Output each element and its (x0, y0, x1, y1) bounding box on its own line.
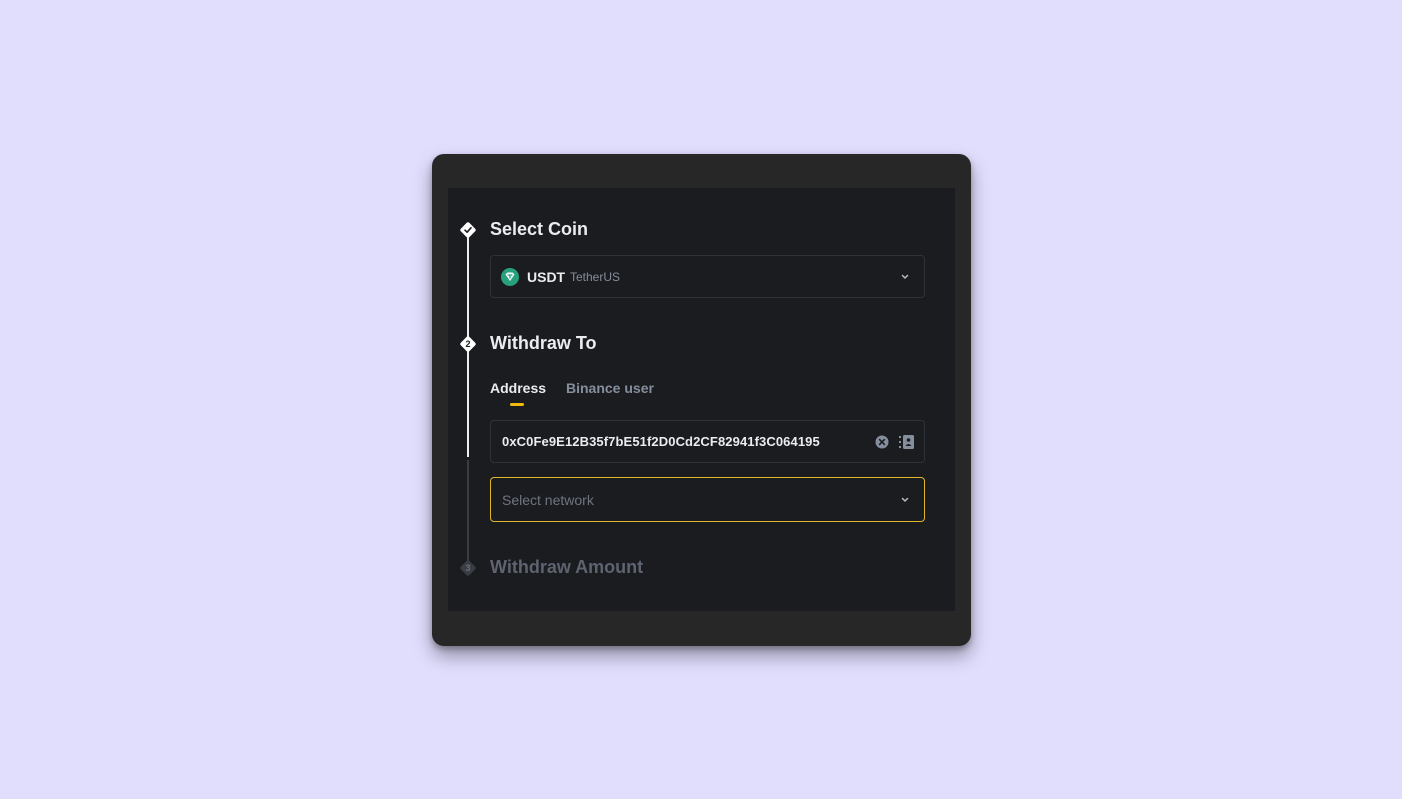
step-1-title: Select Coin (490, 219, 589, 239)
step-2-number: 2 (465, 339, 471, 349)
chevron-down-icon (901, 497, 909, 502)
address-input[interactable]: 0xC0Fe9E12B35f7bE51f2D0Cd2CF82941f3C0641… (490, 420, 925, 463)
network-select-placeholder: Select network (502, 492, 594, 508)
chevron-down-icon (901, 274, 909, 279)
tether-logo-icon (501, 268, 519, 286)
address-input-value[interactable]: 0xC0Fe9E12B35f7bE51f2D0Cd2CF82941f3C0641… (502, 434, 820, 449)
step-3-marker: 3 (459, 559, 477, 577)
step-1-check-icon (459, 221, 477, 239)
active-tab-indicator (510, 403, 524, 406)
stepper-rail-inactive (467, 460, 469, 568)
step-3-number: 3 (465, 563, 471, 573)
step-2-marker: 2 (459, 335, 477, 353)
coin-symbol: USDT (527, 269, 566, 285)
address-book-icon[interactable] (899, 435, 914, 449)
window-frame: Select Coin USDT TetherUS 2 Withdraw To … (432, 154, 971, 646)
coin-full-name: TetherUS (570, 270, 621, 284)
network-select-dropdown[interactable]: Select network (490, 477, 925, 522)
tab-binance-user[interactable]: Binance user (566, 380, 654, 396)
tab-address[interactable]: Address (490, 380, 546, 396)
step-3-title: Withdraw Amount (490, 557, 644, 577)
step-2-title: Withdraw To (490, 333, 597, 353)
withdraw-panel: Select Coin USDT TetherUS 2 Withdraw To … (448, 188, 955, 611)
coin-select-dropdown[interactable]: USDT TetherUS (490, 255, 925, 298)
clear-icon[interactable] (875, 435, 889, 449)
